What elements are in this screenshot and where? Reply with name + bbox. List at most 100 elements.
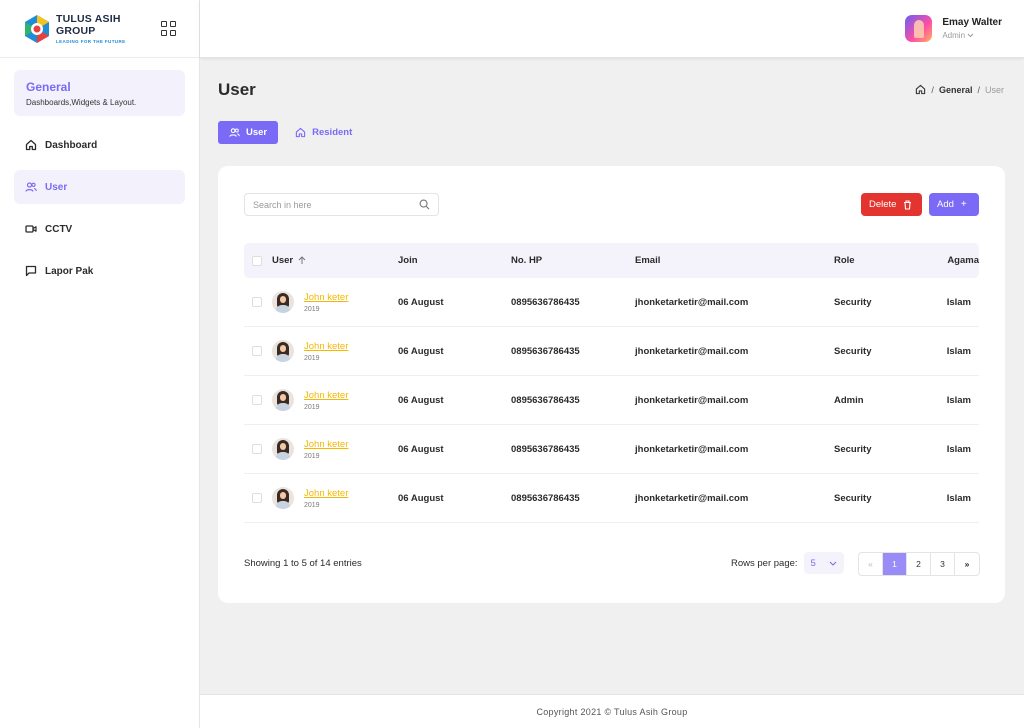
cell-join: 06 August	[398, 296, 444, 308]
sidebar-item-dashboard[interactable]: Dashboard	[14, 128, 185, 162]
cell-email: jhonketarketir@mail.com	[635, 443, 749, 455]
user-year: 2019	[304, 452, 320, 460]
rows-per-page: Rows per page: 5	[731, 552, 844, 574]
sidebar-item-cctv[interactable]: CCTV	[14, 212, 185, 246]
cell-hp: 0895636786435	[511, 443, 580, 455]
tab-resident[interactable]: Resident	[284, 121, 363, 144]
cell-agama: Islam	[946, 296, 971, 308]
sidebar-item-label: Lapor Pak	[45, 265, 94, 277]
brand-title: TULUS ASIH GROUP	[56, 13, 121, 37]
user-name-link[interactable]: John keter	[304, 390, 348, 401]
delete-button[interactable]: Delete	[861, 193, 922, 216]
search-box[interactable]	[244, 193, 439, 216]
video-icon	[25, 225, 37, 233]
table-row: John keter 2019 06 August 0895636786435 j…	[244, 376, 979, 425]
cell-role: Security	[834, 492, 872, 504]
first-page-button[interactable]: «	[859, 553, 883, 575]
brand-subtitle: LEADING FOR THE FUTURE	[56, 39, 126, 44]
cell-hp: 0895636786435	[511, 492, 580, 504]
cell-join: 06 August	[398, 345, 444, 357]
select-all-checkbox[interactable]	[252, 255, 262, 266]
table-row: John keter 2019 06 August 0895636786435 j…	[244, 474, 979, 523]
user-year: 2019	[304, 305, 320, 313]
tabs: User Resident	[218, 121, 369, 144]
cell-role: Security	[834, 443, 872, 455]
cell-email: jhonketarketir@mail.com	[635, 394, 749, 406]
user-year: 2019	[304, 501, 320, 509]
grid-menu-icon[interactable]	[161, 20, 177, 37]
column-header-agama: Agama	[947, 255, 979, 266]
cell-email: jhonketarketir@mail.com	[635, 492, 749, 504]
user-year: 2019	[304, 354, 320, 362]
cell-agama: Islam	[946, 492, 971, 504]
user-year: 2019	[304, 403, 320, 411]
plus-icon: +	[960, 199, 967, 210]
users-icon	[25, 182, 37, 192]
breadcrumb-user: User	[984, 84, 1004, 95]
entries-info: Showing 1 to 5 of 14 entries	[244, 558, 362, 569]
sidebar-item-label: CCTV	[45, 223, 73, 235]
sidebar-item-label: User	[45, 181, 68, 193]
sidebar-section-general[interactable]: General Dashboards,Widgets & Layout.	[14, 70, 185, 116]
rows-per-page-select[interactable]: 5	[803, 552, 844, 574]
cell-role: Admin	[834, 394, 864, 406]
column-header-email: Email	[635, 255, 661, 266]
sort-arrow-up-icon[interactable]	[298, 256, 306, 265]
avatar	[272, 291, 294, 313]
logo-icon	[24, 14, 50, 44]
search-icon[interactable]	[419, 199, 430, 210]
brand: TULUS ASIH GROUP LEADING FOR THE FUTURE	[56, 13, 161, 44]
column-header-hp: No. HP	[511, 255, 543, 266]
sidebar-item-lapor-pak[interactable]: Lapor Pak	[14, 254, 185, 288]
rows-per-page-label: Rows per page:	[731, 557, 798, 569]
sidebar: TULUS ASIH GROUP LEADING FOR THE FUTURE …	[0, 0, 200, 728]
column-header-role: Role	[834, 255, 855, 266]
cell-email: jhonketarketir@mail.com	[635, 296, 749, 308]
cell-agama: Islam	[946, 394, 971, 406]
cell-join: 06 August	[398, 394, 444, 406]
user-name-link[interactable]: John keter	[304, 488, 348, 499]
logo-bar: TULUS ASIH GROUP LEADING FOR THE FUTURE	[0, 0, 199, 58]
section-subtitle: Dashboards,Widgets & Layout.	[26, 98, 137, 107]
row-checkbox[interactable]	[252, 297, 262, 307]
home-icon[interactable]	[915, 84, 926, 95]
home-icon	[25, 139, 37, 151]
copyright-footer: Copyright 2021 © Tulus Asih Group	[200, 694, 1024, 728]
avatar	[272, 438, 294, 460]
row-checkbox[interactable]	[252, 493, 262, 503]
pagination: « 1 2 3 »	[858, 552, 980, 576]
avatar	[905, 15, 933, 42]
page-button-1[interactable]: 1	[883, 553, 907, 575]
cell-agama: Islam	[946, 345, 971, 357]
search-input[interactable]	[253, 199, 419, 210]
table-row: John keter 2019 06 August 0895636786435 j…	[244, 278, 979, 327]
user-table: User Join No. HP Email Role Agama John k…	[244, 243, 979, 523]
cell-email: jhonketarketir@mail.com	[635, 345, 749, 357]
user-name-link[interactable]: John keter	[304, 439, 348, 450]
column-header-user[interactable]: User	[272, 255, 398, 266]
user-name-link[interactable]: John keter	[304, 341, 348, 352]
add-button[interactable]: Add +	[929, 193, 979, 216]
user-name: Emay Walter	[942, 17, 1002, 28]
page-button-3[interactable]: 3	[931, 553, 955, 575]
row-checkbox[interactable]	[252, 346, 262, 356]
trash-icon	[904, 199, 912, 210]
user-menu[interactable]: Emay Walter Admin	[905, 15, 1002, 42]
cell-hp: 0895636786435	[511, 345, 580, 357]
chevron-down-icon	[967, 33, 974, 38]
sidebar-item-label: Dashboard	[45, 139, 98, 151]
user-name-link[interactable]: John keter	[304, 292, 348, 303]
row-checkbox[interactable]	[252, 444, 262, 454]
table-header: User Join No. HP Email Role Agama	[244, 243, 979, 278]
user-table-card: Delete Add + User Join No. HP Email Role…	[218, 166, 1005, 603]
avatar	[272, 389, 294, 411]
column-header-join: Join	[398, 255, 418, 266]
avatar	[272, 487, 294, 509]
sidebar-item-user[interactable]: User	[14, 170, 185, 204]
tab-user[interactable]: User	[218, 121, 279, 144]
cell-role: Security	[834, 345, 872, 357]
breadcrumb-general[interactable]: General	[939, 85, 973, 95]
page-button-2[interactable]: 2	[907, 553, 931, 575]
row-checkbox[interactable]	[252, 395, 262, 405]
last-page-button[interactable]: »	[955, 553, 979, 575]
